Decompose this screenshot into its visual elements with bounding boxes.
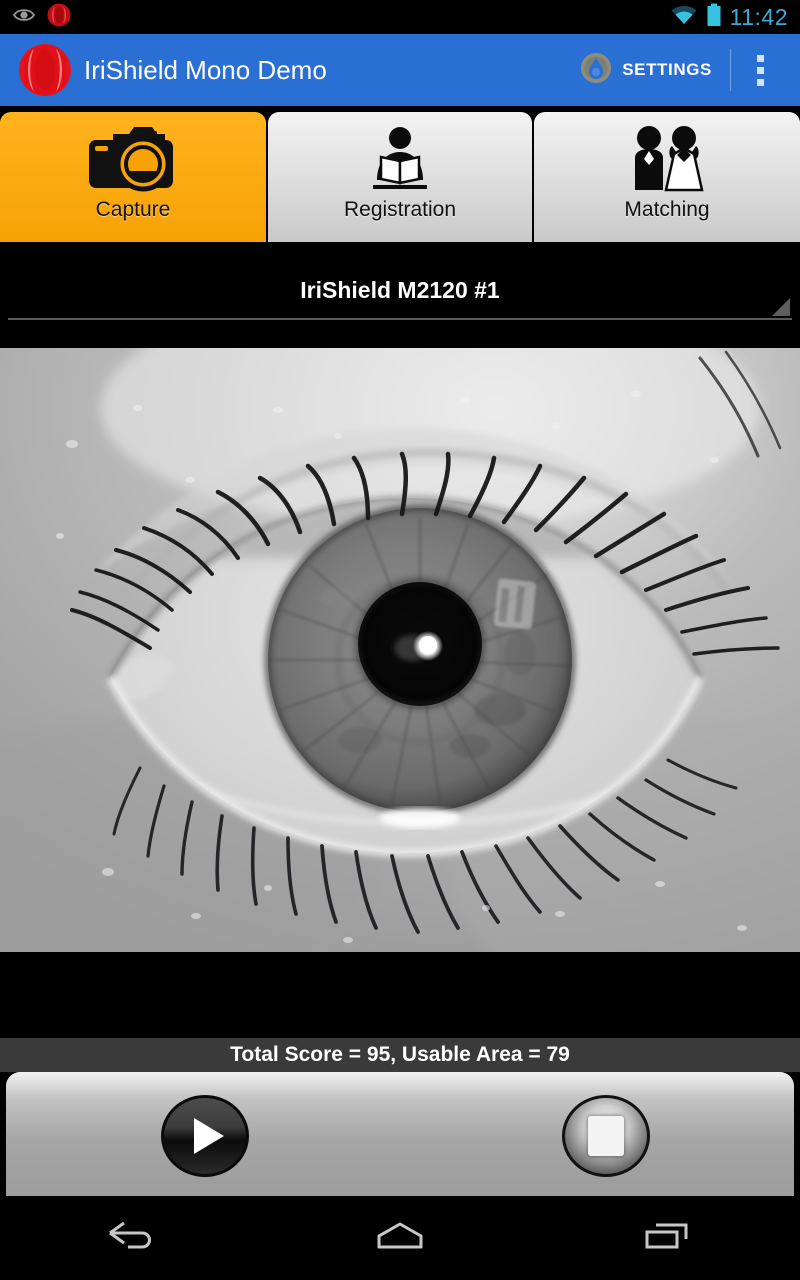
overflow-dot [757,66,764,74]
settings-button[interactable]: SETTINGS [565,34,726,106]
status-bar-system: 11:42 [670,3,788,32]
device-spinner[interactable]: IriShield M2120 #1 [8,262,792,320]
score-text: Total Score = 95, Usable Area = 79 [230,1043,570,1066]
device-spinner-container: IriShield M2120 #1 [0,242,800,348]
camera-icon [83,122,183,200]
eye-preview-icon [12,6,36,29]
play-button[interactable] [161,1095,249,1177]
person-reading-icon [359,122,441,200]
score-status-bar: Total Score = 95, Usable Area = 79 [0,1038,800,1072]
couple-icon [622,122,712,200]
tab-matching[interactable]: Matching [534,112,800,242]
action-bar-divider [730,49,731,91]
back-icon [106,1219,160,1258]
recents-button[interactable] [607,1206,727,1270]
back-button[interactable] [73,1206,193,1270]
irishield-logo-icon[interactable] [14,42,76,98]
status-bar-notifications [12,2,72,33]
control-panel [6,1072,794,1196]
status-bar: 11:42 [0,0,800,34]
status-bar-clock: 11:42 [729,3,788,30]
action-bar-actions: SETTINGS [565,34,786,106]
device-spinner-value: IriShield M2120 #1 [300,276,500,303]
home-button[interactable] [340,1206,460,1270]
tab-matching-label: Matching [624,198,710,221]
system-navigation-bar [0,1196,800,1280]
tab-capture[interactable]: Capture [0,112,266,242]
battery-icon [706,3,722,32]
iris-preview[interactable] [0,348,800,952]
overflow-menu-icon[interactable] [735,34,786,106]
stop-icon [588,1116,624,1156]
recents-icon [642,1219,692,1258]
tab-registration[interactable]: Registration [268,112,532,242]
tab-capture-label: Capture [95,198,171,221]
tab-registration-label: Registration [343,198,457,221]
spinner-caret-icon [772,298,790,316]
tab-bar: Capture Registration Matching [0,106,800,242]
overflow-dot [757,78,764,86]
overflow-dot [757,54,764,62]
irishield-notification-icon [46,2,72,33]
home-icon [375,1219,425,1258]
app-title: IriShield Mono Demo [84,54,327,85]
settings-label: SETTINGS [622,60,712,79]
iris-preview-image [0,348,800,952]
app-window: 11:42 IriShield Mono Demo SETTINGS Captu… [0,0,800,1280]
play-icon [194,1118,224,1154]
settings-droplet-icon [579,51,613,90]
stop-button[interactable] [562,1095,650,1177]
action-bar: IriShield Mono Demo SETTINGS [0,34,800,106]
wifi-icon [670,4,698,31]
